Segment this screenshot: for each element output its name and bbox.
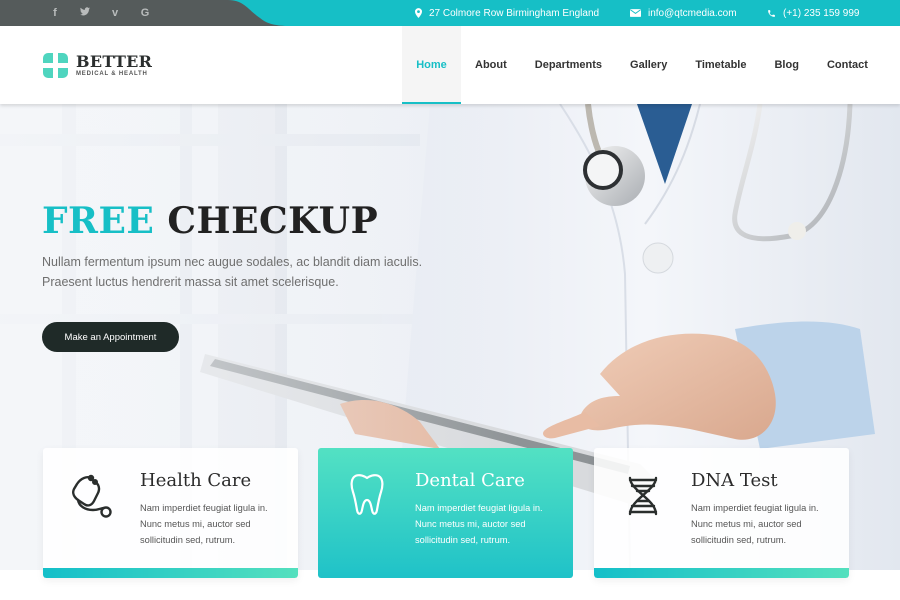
- logo[interactable]: BETTER MEDICAL & HEALTH: [43, 53, 152, 78]
- feature-card-health-care[interactable]: Health Care Nam imperdiet feugiat ligula…: [43, 448, 298, 578]
- hero-subtitle: Nullam fermentum ipsum nec augue sodales…: [42, 252, 472, 292]
- feature-title: DNA Test: [691, 470, 778, 491]
- phone-icon: [767, 9, 776, 18]
- top-bar: f v G 27 Colmore Row Birmingham England …: [0, 0, 900, 26]
- feature-card-dental-care[interactable]: Dental Care Nam imperdiet feugiat ligula…: [318, 448, 573, 578]
- twitter-icon[interactable]: [70, 7, 100, 19]
- vimeo-icon[interactable]: v: [100, 7, 130, 19]
- envelope-icon: [630, 9, 641, 17]
- hero-title-accent: FREE: [42, 200, 155, 242]
- email-text[interactable]: info@qtcmedia.com: [648, 8, 737, 19]
- nav-timetable[interactable]: Timetable: [681, 26, 760, 104]
- medical-cross-icon: [43, 53, 68, 78]
- hero-title-rest: CHECKUP: [167, 200, 379, 242]
- stethoscope-icon: [71, 472, 113, 520]
- nav-departments[interactable]: Departments: [521, 26, 616, 104]
- feature-text: Nam imperdiet feugiat ligula in. Nunc me…: [140, 503, 268, 545]
- google-icon[interactable]: G: [130, 7, 160, 19]
- address-text: 27 Colmore Row Birmingham England: [429, 7, 600, 19]
- nav-about[interactable]: About: [461, 26, 521, 104]
- hero-title: FREE CHECKUP: [42, 200, 378, 242]
- nav-gallery[interactable]: Gallery: [616, 26, 681, 104]
- feature-title: Health Care: [140, 470, 252, 491]
- nav-home[interactable]: Home: [402, 26, 461, 104]
- site-header: BETTER MEDICAL & HEALTH Home About Depar…: [0, 26, 900, 104]
- feature-text: Nam imperdiet feugiat ligula in. Nunc me…: [415, 503, 543, 545]
- phone-info[interactable]: (+1) 235 159 999: [767, 0, 859, 26]
- facebook-icon[interactable]: f: [40, 7, 70, 19]
- email-info[interactable]: info@qtcmedia.com: [630, 0, 737, 26]
- logo-brand: BETTER: [76, 52, 153, 71]
- main-nav: Home About Departments Gallery Timetable…: [402, 26, 882, 104]
- map-pin-icon: [415, 8, 422, 18]
- hero-subtitle-line-1: Nullam fermentum ipsum nec augue sodales…: [42, 255, 423, 269]
- address-info: 27 Colmore Row Birmingham England: [415, 0, 599, 26]
- nav-blog[interactable]: Blog: [760, 26, 812, 104]
- logo-tagline: MEDICAL & HEALTH: [76, 71, 148, 77]
- feature-card-dna-test[interactable]: DNA Test Nam imperdiet feugiat ligula in…: [594, 448, 849, 578]
- feature-title: Dental Care: [415, 470, 525, 491]
- hero-subtitle-line-2: Praesent luctus hendrerit massa sit amet…: [42, 275, 339, 289]
- phone-text[interactable]: (+1) 235 159 999: [783, 8, 859, 19]
- feature-text: Nam imperdiet feugiat ligula in. Nunc me…: [691, 503, 819, 545]
- make-appointment-button[interactable]: Make an Appointment: [42, 322, 179, 352]
- tooth-icon: [346, 472, 388, 520]
- dna-icon: [622, 472, 664, 520]
- nav-contact[interactable]: Contact: [813, 26, 882, 104]
- social-links: f v G: [40, 0, 160, 26]
